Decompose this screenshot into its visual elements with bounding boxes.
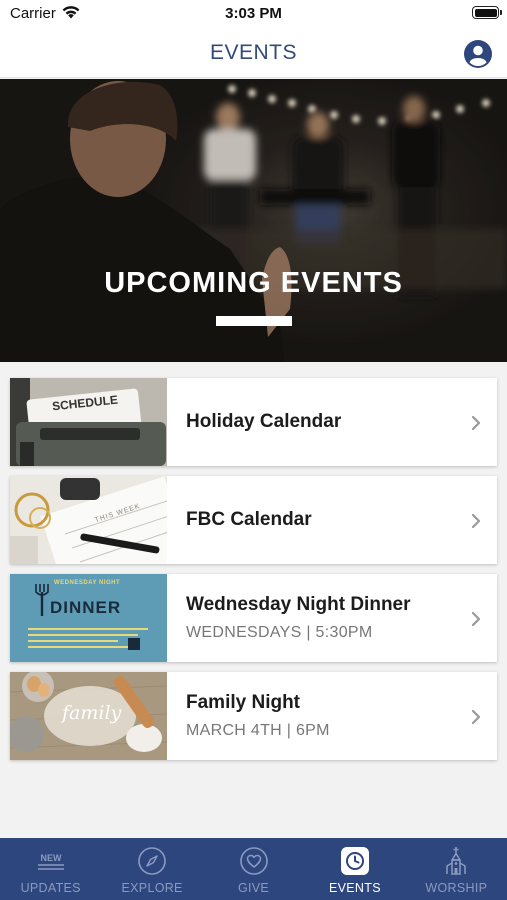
event-thumbnail: SCHEDULE <box>10 378 167 466</box>
event-thumbnail: THIS WEEK <box>10 476 167 564</box>
event-thumbnail: family <box>10 672 167 760</box>
event-title: Wednesday Night Dinner <box>186 594 411 615</box>
event-thumbnail: WEDNESDAY NIGHT DINNER <box>10 574 167 662</box>
clock-icon <box>340 845 370 877</box>
chevron-right-icon <box>471 513 481 529</box>
tab-updates[interactable]: NEW UPDATES <box>0 838 101 900</box>
tab-events[interactable]: EVENTS <box>304 838 405 900</box>
status-time: 3:03 PM <box>225 5 282 22</box>
event-subtitle: WEDNESDAYS | 5:30PM <box>186 624 373 641</box>
event-subtitle: MARCH 4TH | 6PM <box>186 722 330 739</box>
tab-label: GIVE <box>237 881 270 895</box>
battery-icon <box>472 6 502 19</box>
compass-icon <box>137 845 167 877</box>
tab-label: WORSHIP <box>425 881 488 895</box>
thumb-text-family: family <box>62 702 122 724</box>
tab-explore[interactable]: EXPLORE <box>101 838 202 900</box>
event-card-family-night[interactable]: family Family Night MARCH 4TH | 6PM <box>10 672 497 760</box>
new-badge-text: NEW <box>40 853 62 863</box>
tab-label: EXPLORE <box>121 881 183 895</box>
profile-icon[interactable] <box>463 39 493 69</box>
chevron-right-icon <box>471 709 481 725</box>
church-icon <box>441 845 471 877</box>
thumb-text-dinner: DINNER <box>50 598 122 617</box>
event-title: FBC Calendar <box>186 509 312 530</box>
event-card-wednesday-night-dinner[interactable]: WEDNESDAY NIGHT DINNER Wednesday Night D… <box>10 574 497 662</box>
heart-icon <box>239 845 269 877</box>
page-title: EVENTS <box>209 41 298 64</box>
chevron-right-icon <box>471 415 481 431</box>
tab-give[interactable]: GIVE <box>203 838 304 900</box>
events-list: SCHEDULE Holiday Calendar THIS WEEK FBC … <box>10 378 497 770</box>
nav-bar: EVENTS <box>0 30 507 78</box>
chevron-right-icon <box>471 611 481 627</box>
event-card-holiday-calendar[interactable]: SCHEDULE Holiday Calendar <box>10 378 497 466</box>
new-badge-icon: NEW <box>36 845 66 877</box>
event-card-fbc-calendar[interactable]: THIS WEEK FBC Calendar <box>10 476 497 564</box>
thumb-text-wednesday-night: WEDNESDAY NIGHT <box>54 580 121 586</box>
event-title: Family Night <box>186 692 301 713</box>
status-bar: Carrier 3:03 PM <box>0 0 507 30</box>
event-title: Holiday Calendar <box>186 411 342 432</box>
tab-bar: NEW UPDATES EXPLORE GIVE EVENTS WORSHIP <box>0 838 507 900</box>
hero-title: UPCOMING EVENTS <box>104 267 403 299</box>
tab-label: UPDATES <box>20 881 81 895</box>
hero-underline <box>216 316 292 326</box>
hero-banner: UPCOMING EVENTS <box>0 79 507 362</box>
tab-worship[interactable]: WORSHIP <box>406 838 507 900</box>
tab-label: EVENTS <box>329 881 381 895</box>
